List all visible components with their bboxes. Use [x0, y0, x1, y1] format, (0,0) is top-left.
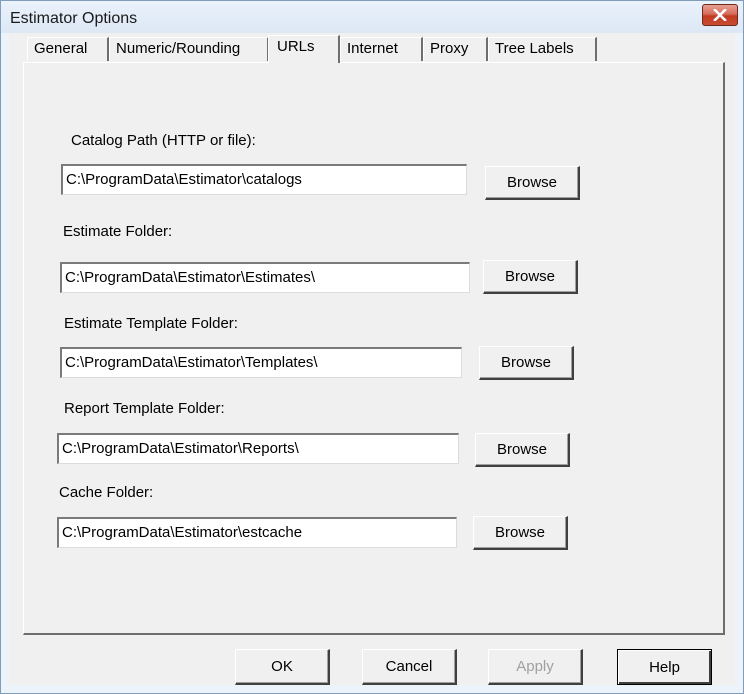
- tab-urls[interactable]: URLs: [268, 35, 340, 63]
- tab-label: General: [34, 40, 88, 57]
- estimate-template-folder-field[interactable]: C:\ProgramData\Estimator\Templates\: [60, 347, 462, 378]
- dialog-window: Estimator Options General Numeric/Roundi…: [0, 0, 744, 694]
- apply-button[interactable]: Apply: [488, 649, 583, 685]
- estimate-folder-field[interactable]: C:\ProgramData\Estimator\Estimates\: [60, 262, 470, 293]
- cancel-button[interactable]: Cancel: [362, 649, 457, 685]
- tab-label: Internet: [347, 40, 398, 57]
- estimate-folder-label: Estimate Folder:: [63, 223, 173, 240]
- tab-numeric-rounding[interactable]: Numeric/Rounding: [109, 37, 269, 61]
- tab-general[interactable]: General: [27, 37, 109, 61]
- tab-internet[interactable]: Internet: [340, 37, 423, 61]
- cache-folder-field[interactable]: C:\ProgramData\Estimator\estcache: [57, 517, 457, 548]
- tab-proxy[interactable]: Proxy: [423, 37, 488, 61]
- estimate-template-folder-label: Estimate Template Folder:: [64, 315, 238, 332]
- tab-label: URLs: [277, 38, 315, 55]
- cache-folder-label: Cache Folder:: [59, 484, 154, 501]
- urls-tab-panel: Catalog Path (HTTP or file): C:\ProgramD…: [23, 62, 725, 635]
- title-bar[interactable]: Estimator Options: [1, 1, 743, 33]
- tab-label: Proxy: [430, 40, 469, 57]
- estimate-template-folder-browse-button[interactable]: Browse: [479, 346, 574, 380]
- report-template-folder-browse-button[interactable]: Browse: [475, 433, 570, 467]
- report-template-folder-field[interactable]: C:\ProgramData\Estimator\Reports\: [57, 433, 459, 464]
- ok-button[interactable]: OK: [235, 649, 330, 685]
- close-icon: [713, 9, 727, 21]
- report-template-folder-label: Report Template Folder:: [64, 400, 225, 417]
- tab-label: Numeric/Rounding: [116, 40, 241, 57]
- catalog-path-field[interactable]: C:\ProgramData\Estimator\catalogs: [61, 164, 467, 195]
- tab-tree-labels[interactable]: Tree Labels: [488, 37, 597, 61]
- window-title: Estimator Options: [10, 10, 138, 27]
- help-button[interactable]: Help: [617, 649, 712, 685]
- catalog-path-browse-button[interactable]: Browse: [485, 166, 580, 200]
- tab-label: Tree Labels: [495, 40, 574, 57]
- cache-folder-browse-button[interactable]: Browse: [473, 516, 568, 550]
- catalog-path-label: Catalog Path (HTTP or file):: [71, 132, 256, 149]
- estimate-folder-browse-button[interactable]: Browse: [483, 260, 578, 294]
- close-button[interactable]: [702, 4, 738, 26]
